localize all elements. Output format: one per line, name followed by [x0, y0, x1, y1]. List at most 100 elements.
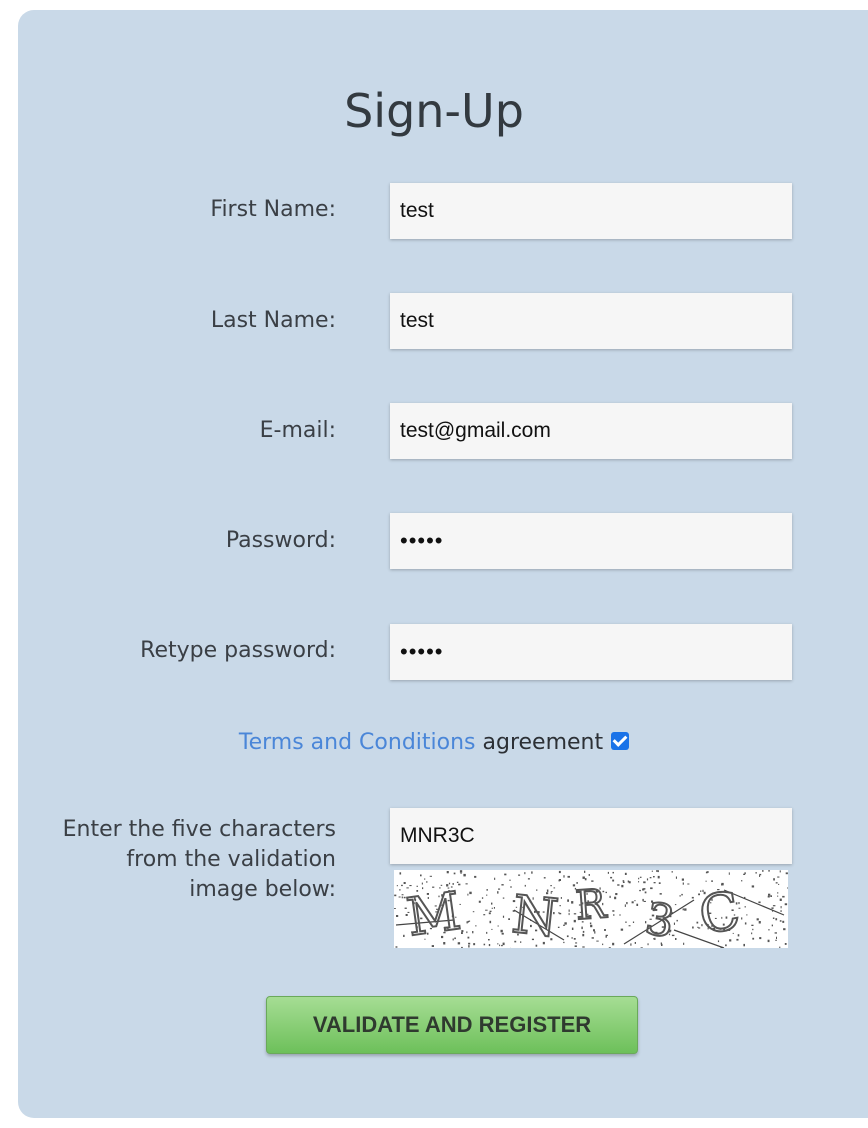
captcha-speck	[557, 926, 560, 928]
captcha-speck	[744, 906, 746, 908]
captcha-speck	[767, 939, 770, 943]
captcha-speck	[560, 897, 562, 899]
captcha-speck	[467, 893, 469, 896]
captcha-speck	[426, 881, 428, 883]
captcha-speck	[691, 896, 694, 899]
captcha-speck	[491, 907, 493, 909]
captcha-speck	[421, 882, 423, 885]
captcha-speck	[614, 896, 617, 900]
captcha-speck	[784, 903, 788, 906]
captcha-speck	[399, 872, 402, 875]
captcha-speck	[656, 870, 658, 872]
captcha-speck	[653, 882, 656, 884]
captcha-speck	[777, 876, 780, 878]
captcha-speck	[605, 891, 607, 894]
captcha-speck	[596, 940, 599, 942]
captcha-speck	[593, 929, 595, 931]
captcha-speck	[759, 937, 762, 940]
captcha-speck	[459, 903, 461, 905]
captcha-speck	[563, 924, 566, 926]
captcha-speck	[468, 945, 470, 948]
captcha-speck	[398, 896, 401, 898]
captcha-speck	[774, 932, 777, 934]
captcha-speck	[767, 895, 770, 898]
captcha-speck	[775, 939, 777, 941]
captcha-speck	[636, 903, 639, 906]
captcha-speck	[725, 944, 727, 947]
captcha-speck	[643, 888, 646, 890]
first-name-label: First Name:	[210, 197, 336, 222]
captcha-speck	[463, 873, 466, 877]
captcha-speck	[779, 920, 782, 922]
captcha-speck	[639, 889, 641, 892]
captcha-speck	[778, 883, 780, 885]
email-input[interactable]	[390, 403, 792, 459]
captcha-speck	[575, 942, 578, 944]
captcha-speck	[396, 915, 399, 917]
captcha-speck	[692, 926, 694, 929]
captcha-speck	[608, 947, 611, 948]
validate-register-button[interactable]: VALIDATE AND REGISTER	[266, 996, 638, 1054]
captcha-speck	[501, 884, 504, 886]
captcha-speck	[679, 895, 681, 897]
captcha-speck	[456, 881, 459, 883]
captcha-speck	[634, 942, 636, 944]
captcha-speck	[469, 891, 472, 895]
captcha-speck	[634, 900, 636, 902]
captcha-speck	[483, 914, 486, 916]
captcha-speck	[682, 882, 684, 885]
terms-link[interactable]: Terms and Conditions	[239, 730, 476, 755]
captcha-speck	[625, 921, 627, 923]
captcha-speck	[488, 944, 491, 947]
captcha-speck	[639, 876, 642, 878]
captcha-speck	[483, 943, 486, 946]
first-name-input[interactable]	[390, 183, 792, 239]
captcha-speck	[509, 879, 511, 881]
captcha-speck	[403, 882, 406, 884]
last-name-input[interactable]	[390, 293, 792, 349]
captcha-char: 3	[642, 893, 678, 948]
captcha-speck	[564, 922, 567, 925]
captcha-speck	[762, 870, 764, 872]
captcha-speck	[626, 902, 628, 905]
password-input[interactable]	[390, 513, 792, 569]
captcha-speck	[751, 885, 755, 888]
captcha-speck	[458, 883, 461, 886]
terms-checkbox[interactable]	[611, 732, 630, 750]
captcha-speck	[682, 908, 684, 911]
captcha-speck	[768, 870, 770, 872]
captcha-speck	[489, 920, 492, 924]
captcha-speck	[687, 883, 690, 885]
captcha-input[interactable]	[390, 808, 792, 864]
captcha-speck	[491, 902, 493, 905]
captcha-speck	[744, 922, 747, 925]
captcha-speck	[777, 895, 779, 897]
captcha-speck	[499, 944, 501, 947]
captcha-speck	[485, 909, 488, 911]
captcha-speck	[653, 876, 655, 878]
captcha-char: C	[695, 881, 745, 947]
retype-password-input[interactable]	[390, 624, 792, 680]
captcha-speck	[489, 910, 492, 912]
captcha-speck	[582, 930, 585, 933]
captcha-speck	[649, 877, 652, 879]
captcha-speck	[772, 905, 776, 907]
captcha-speck	[395, 946, 398, 948]
captcha-speck	[491, 928, 493, 930]
captcha-speck	[751, 924, 754, 926]
captcha-speck	[706, 871, 709, 873]
captcha-speck	[481, 897, 484, 899]
captcha-char: R	[574, 881, 609, 929]
captcha-speck	[744, 872, 746, 874]
captcha-speck	[617, 884, 620, 886]
captcha-speck	[394, 894, 397, 897]
captcha-speck	[711, 880, 713, 882]
captcha-speck	[475, 925, 477, 927]
captcha-speck	[591, 937, 594, 939]
captcha-speck	[429, 875, 432, 877]
captcha-speck	[403, 934, 405, 937]
captcha-speck	[777, 892, 779, 894]
captcha-speck	[755, 872, 757, 874]
captcha-speck	[612, 871, 614, 874]
captcha-speck	[550, 885, 552, 887]
